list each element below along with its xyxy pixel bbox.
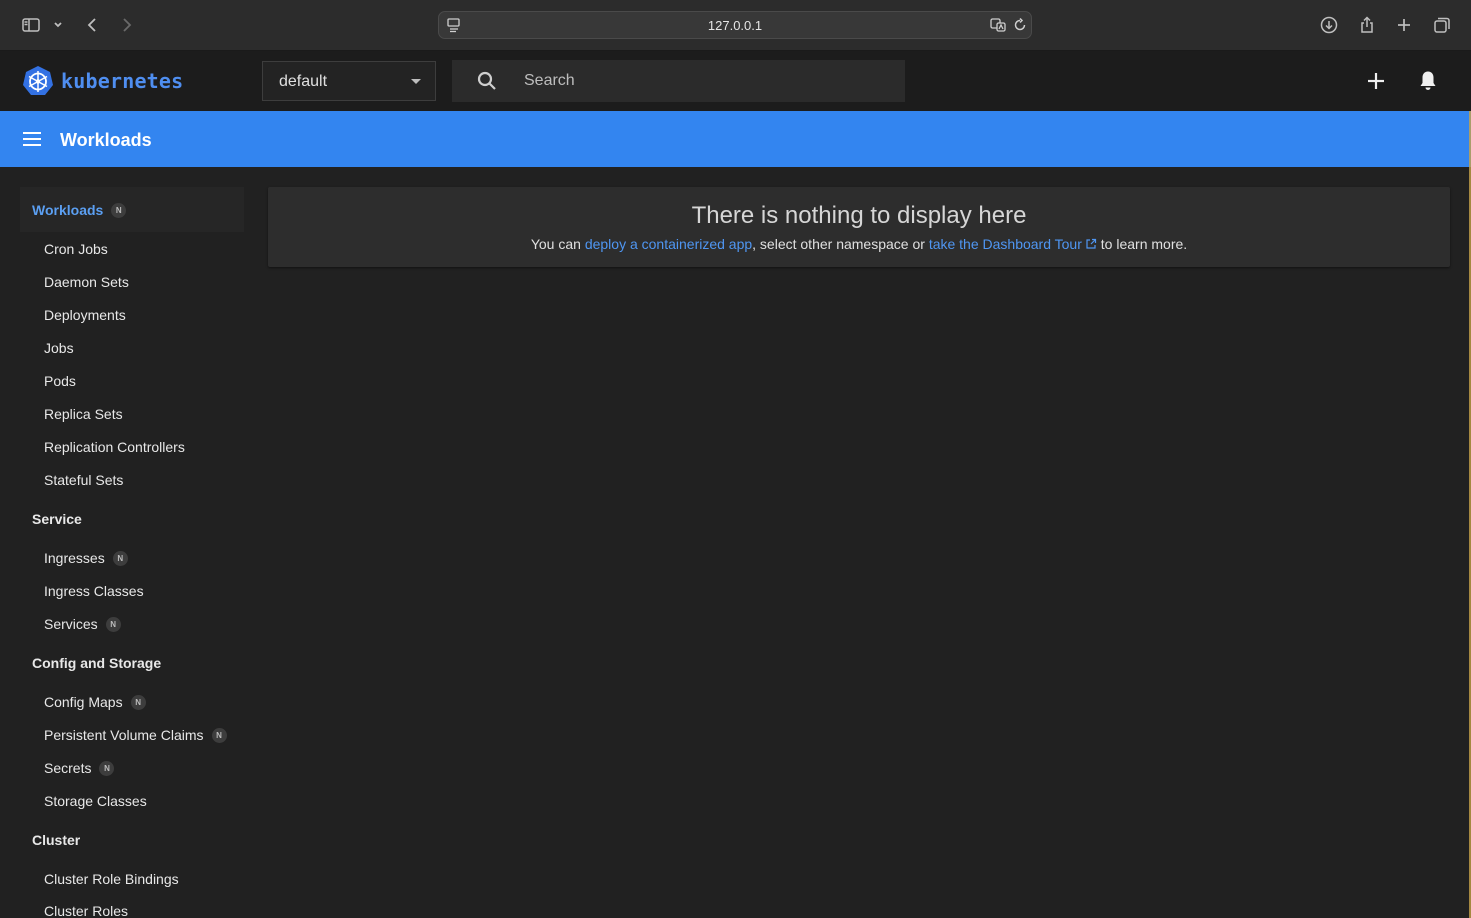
- sidebar-item-label: Pods: [44, 373, 76, 389]
- empty-state-text: You can: [530, 236, 585, 252]
- sidebar-item-label: Persistent Volume Claims: [44, 727, 204, 743]
- sidebar-item-label: Replica Sets: [44, 406, 123, 422]
- sidebar-item-deployments[interactable]: Deployments: [44, 307, 126, 323]
- sidebar-item-label: Ingress Classes: [44, 583, 144, 599]
- empty-state-text: , select other namespace or: [752, 236, 929, 252]
- sidebar-item-secrets[interactable]: Secrets N: [44, 760, 115, 776]
- namespaced-badge: N: [111, 202, 127, 218]
- search-icon: [476, 70, 498, 92]
- sidebar-item-cluster-role-bindings[interactable]: Cluster Role Bindings: [44, 871, 179, 887]
- namespaced-badge: N: [211, 727, 227, 743]
- share-icon[interactable]: [1355, 13, 1379, 37]
- new-tab-icon[interactable]: [1392, 13, 1416, 37]
- sidebar-item-label: Services: [44, 616, 98, 632]
- sidebar-item-replica-sets[interactable]: Replica Sets: [44, 406, 123, 422]
- sidebar-item-config-maps[interactable]: Config Maps N: [44, 694, 146, 710]
- page-title: Workloads: [60, 130, 152, 150]
- sidebar-item-replication-controllers[interactable]: Replication Controllers: [44, 439, 185, 455]
- kubernetes-logo[interactable]: kubernetes: [22, 65, 183, 97]
- namespace-value: default: [279, 73, 328, 90]
- sidebar-item-ingresses[interactable]: Ingresses N: [44, 550, 128, 566]
- sidebar-item-label: Workloads: [32, 202, 104, 218]
- sidebar-item-services[interactable]: Services N: [44, 616, 121, 632]
- sidebar-item-label: Daemon Sets: [44, 274, 129, 290]
- sidebar-item-label: Deployments: [44, 307, 126, 323]
- empty-state-message: You can deploy a containerized app, sele…: [268, 236, 1450, 252]
- sidebar-item-label: Config Maps: [44, 694, 123, 710]
- url-text: 127.0.0.1: [707, 18, 763, 33]
- create-button[interactable]: [1364, 69, 1388, 93]
- sidebar-item-label: Jobs: [44, 340, 74, 356]
- sidebar-item-workloads-label[interactable]: Workloads N: [32, 202, 127, 218]
- namespace-select[interactable]: default: [262, 61, 436, 101]
- sidebar-item-label: Cluster Roles: [44, 903, 129, 918]
- sidebar-item-label: Cluster Role Bindings: [44, 871, 179, 887]
- caret-down-icon: [411, 79, 421, 84]
- sidebar-item-ingress-classes[interactable]: Ingress Classes: [44, 583, 144, 599]
- address-bar[interactable]: 127.0.0.1: [438, 11, 1032, 39]
- download-icon[interactable]: [1317, 13, 1341, 37]
- sidebar: Workloads N Cron Jobs Daemon Sets Deploy…: [0, 167, 256, 918]
- sidebar-item-stateful-sets[interactable]: Stateful Sets: [44, 472, 123, 488]
- empty-state-card: There is nothing to display here You can…: [268, 187, 1450, 267]
- sidebar-item-storage-classes[interactable]: Storage Classes: [44, 793, 147, 809]
- deploy-app-link[interactable]: deploy a containerized app: [585, 236, 752, 252]
- empty-state-title: There is nothing to display here: [691, 202, 1027, 229]
- translate-icon[interactable]: [989, 16, 1007, 34]
- namespaced-badge: N: [112, 550, 128, 566]
- namespaced-badge: N: [130, 694, 146, 710]
- sidebar-item-label: Secrets: [44, 760, 92, 776]
- sidebar-item-label: Ingresses: [44, 550, 105, 566]
- sidebar-item-label: Stateful Sets: [44, 472, 124, 488]
- browser-toolbar: 127.0.0.1: [0, 0, 1471, 51]
- namespaced-badge: N: [99, 760, 115, 776]
- search-bar: [452, 60, 905, 102]
- logo-text: kubernetes: [61, 69, 184, 93]
- sidebar-section-service[interactable]: Service: [32, 511, 82, 527]
- kubernetes-wheel-icon: [23, 66, 53, 95]
- back-arrow-icon[interactable]: [80, 13, 104, 37]
- search-input[interactable]: [524, 60, 894, 102]
- namespaced-badge: N: [105, 616, 121, 632]
- forward-arrow-icon[interactable]: [115, 13, 139, 37]
- sidebar-item-label: Storage Classes: [44, 793, 147, 809]
- chevron-down-icon[interactable]: [47, 13, 69, 37]
- external-link-icon[interactable]: [1085, 238, 1097, 250]
- sidebar-item-label: Cron Jobs: [44, 241, 108, 257]
- hamburger-menu-icon[interactable]: [21, 128, 43, 150]
- dashboard-tour-link[interactable]: take the Dashboard Tour: [929, 236, 1082, 252]
- sidebar-toggle-icon[interactable]: [19, 13, 43, 37]
- sidebar-item-persistent-volume-claims[interactable]: Persistent Volume Claims N: [44, 727, 227, 743]
- sidebar-section-config-storage[interactable]: Config and Storage: [32, 655, 161, 671]
- page-toolbar: Workloads: [0, 111, 1471, 167]
- empty-state-text: to learn more.: [1096, 236, 1188, 252]
- app-header: kubernetes default: [0, 51, 1471, 111]
- sidebar-item-label: Replication Controllers: [44, 439, 185, 455]
- sidebar-item-jobs[interactable]: Jobs: [44, 340, 74, 356]
- tab-overview-icon[interactable]: [1430, 13, 1454, 37]
- sidebar-item-cron-jobs[interactable]: Cron Jobs: [44, 241, 108, 257]
- sidebar-item-cluster-roles[interactable]: Cluster Roles: [44, 903, 128, 918]
- notifications-bell-icon[interactable]: [1416, 69, 1440, 93]
- reload-icon[interactable]: [1011, 16, 1029, 34]
- sidebar-item-pods[interactable]: Pods: [44, 373, 76, 389]
- sidebar-section-cluster[interactable]: Cluster: [32, 832, 80, 848]
- sidebar-item-daemon-sets[interactable]: Daemon Sets: [44, 274, 129, 290]
